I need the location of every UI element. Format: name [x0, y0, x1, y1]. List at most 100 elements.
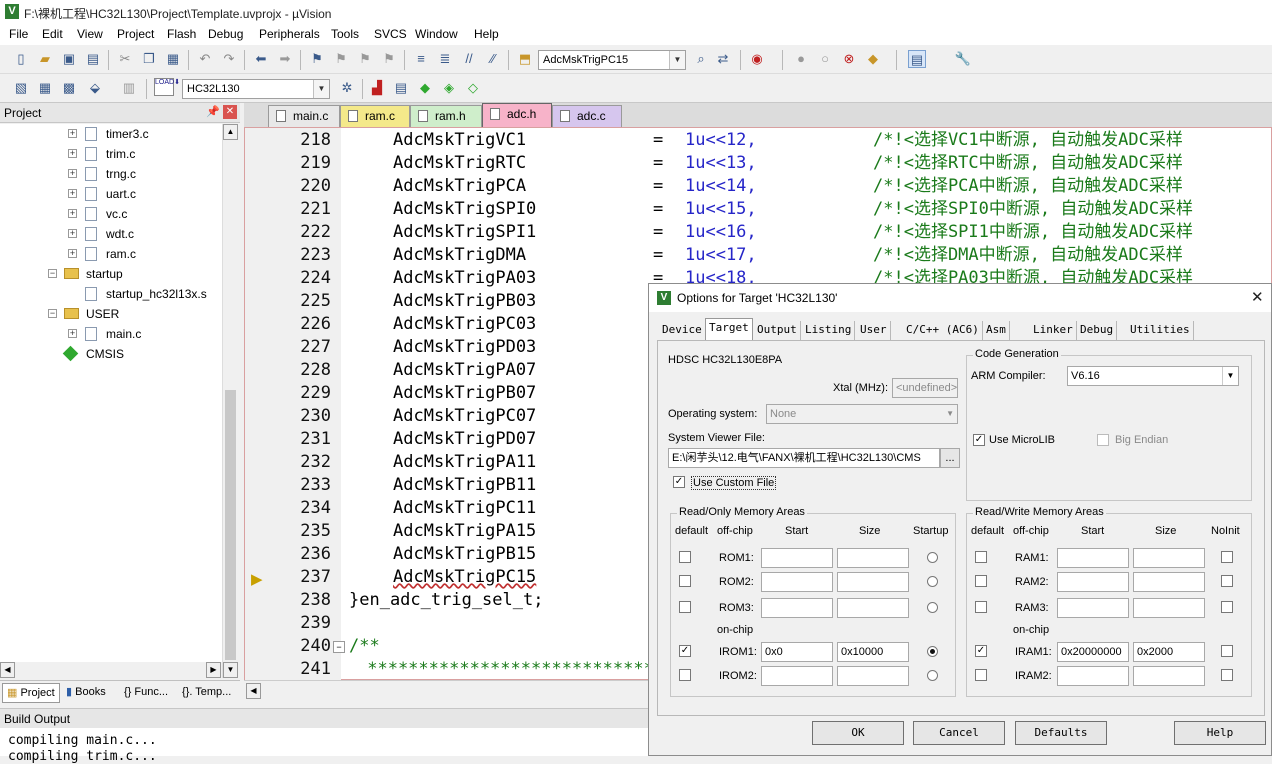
menu-help[interactable]: Help	[474, 27, 499, 41]
manage-runtime-icon[interactable]: ◆	[416, 79, 434, 97]
menu-edit[interactable]: Edit	[42, 27, 63, 41]
next-bookmark-icon[interactable]: ⚑	[356, 50, 374, 68]
cut-icon[interactable]: ✂	[116, 50, 134, 68]
tab-listing[interactable]: Listing	[802, 321, 856, 341]
menu-flash[interactable]: Flash	[167, 27, 196, 41]
tab-output[interactable]: Output	[754, 321, 801, 341]
tab-adc-c[interactable]: adc.c	[552, 105, 622, 127]
new-file-icon[interactable]: ▯	[12, 50, 30, 68]
ro-start-input[interactable]	[761, 548, 833, 568]
expand-icon[interactable]: +	[68, 329, 77, 338]
rebuild-icon[interactable]: ▩	[60, 79, 78, 97]
fold-toggle-icon[interactable]: −	[333, 641, 345, 653]
rw-noinit-checkbox[interactable]	[1221, 645, 1233, 657]
menu-project[interactable]: Project	[117, 27, 154, 41]
configure-icon[interactable]: ◆	[864, 50, 882, 68]
breakpoint-disable-icon[interactable]: ○	[816, 50, 834, 68]
rw-start-input[interactable]	[1057, 666, 1129, 686]
open-folder-icon[interactable]: ▰	[36, 50, 54, 68]
expand-icon[interactable]: +	[68, 229, 77, 238]
cancel-button[interactable]: Cancel	[913, 721, 1005, 745]
close-icon[interactable]: ✕	[1251, 288, 1264, 306]
comment-icon[interactable]: //	[460, 50, 478, 68]
save-all-icon[interactable]: ▤	[84, 50, 102, 68]
collapse-icon[interactable]: −	[48, 309, 57, 318]
ok-button[interactable]: OK	[812, 721, 904, 745]
find-combo[interactable]: AdcMskTrigPC15 ▼	[538, 50, 686, 70]
tab-books[interactable]: ▮ Books	[62, 683, 118, 703]
ro-startup-radio[interactable]	[927, 646, 938, 657]
tab-templates[interactable]: {}. Temp...	[178, 683, 238, 703]
svf-browse-button[interactable]: ...	[940, 448, 960, 468]
bookmark-icon[interactable]: ⚑	[308, 50, 326, 68]
rw-size-input[interactable]	[1133, 572, 1205, 592]
build-output-pane[interactable]: compiling main.c... compiling trim.c...	[0, 728, 648, 764]
menu-file[interactable]: File	[9, 27, 28, 41]
scroll-left-icon[interactable]: ◀	[0, 662, 15, 678]
rw-size-input[interactable]	[1133, 666, 1205, 686]
scroll-up-icon[interactable]: ▲	[223, 124, 238, 140]
project-tree-hscrollbar[interactable]: ◀ ▶	[0, 662, 222, 678]
expand-icon[interactable]: +	[68, 249, 77, 258]
translate-icon[interactable]: ▧	[12, 79, 30, 97]
tab-utilities[interactable]: Utilities	[1127, 321, 1194, 341]
rw-size-input[interactable]	[1133, 598, 1205, 618]
ro-start-input[interactable]: 0x0	[761, 642, 833, 662]
rw-noinit-checkbox[interactable]	[1221, 551, 1233, 563]
rw-default-checkbox[interactable]	[975, 601, 987, 613]
kill-breakpoints-icon[interactable]: ⊗	[840, 50, 858, 68]
unindent-icon[interactable]: ≣	[436, 50, 454, 68]
tab-functions[interactable]: {} Func...	[120, 683, 176, 703]
scroll-down-icon[interactable]: ▼	[223, 662, 238, 678]
expand-icon[interactable]: +	[68, 209, 77, 218]
menu-svcs[interactable]: SVCS	[374, 27, 407, 41]
defaults-button[interactable]: Defaults	[1015, 721, 1107, 745]
scrollbar-thumb[interactable]	[225, 390, 236, 660]
menu-debug[interactable]: Debug	[208, 27, 243, 41]
chevron-down-icon[interactable]: ▼	[313, 80, 329, 98]
scroll-left-icon[interactable]: ◀	[246, 683, 261, 699]
rw-noinit-checkbox[interactable]	[1221, 575, 1233, 587]
arm-compiler-select[interactable]: V6.16 ▼	[1067, 366, 1239, 386]
expand-icon[interactable]: +	[68, 189, 77, 198]
pack-installer-icon[interactable]: ◈	[440, 79, 458, 97]
copy-icon[interactable]: ❐	[140, 50, 158, 68]
rw-start-input[interactable]	[1057, 598, 1129, 618]
manage-project-icon[interactable]: ▟	[368, 79, 386, 97]
use-microlib-checkbox[interactable]: ✓	[973, 434, 985, 446]
prev-bookmark-icon[interactable]: ⚑	[332, 50, 350, 68]
expand-icon[interactable]: +	[68, 149, 77, 158]
rw-size-input[interactable]	[1133, 548, 1205, 568]
select-packs-icon[interactable]: ◇	[464, 79, 482, 97]
use-custom-file-checkbox[interactable]: ✓	[673, 476, 685, 488]
menu-tools[interactable]: Tools	[331, 27, 359, 41]
rw-noinit-checkbox[interactable]	[1221, 601, 1233, 613]
tab-project[interactable]: ▦ Project	[2, 683, 60, 703]
rw-default-checkbox[interactable]: ✓	[975, 645, 987, 657]
tab-ram-c[interactable]: ram.c	[340, 105, 410, 127]
save-icon[interactable]: ▣	[60, 50, 78, 68]
ro-default-checkbox[interactable]	[679, 669, 691, 681]
rw-start-input[interactable]	[1057, 548, 1129, 568]
svf-input[interactable]: E:\闲芋头\12.电气\FANX\裸机工程\HC32L130\CMS	[668, 448, 940, 468]
pin-icon[interactable]: 📌	[206, 105, 220, 118]
tab-debug[interactable]: Debug	[1077, 321, 1118, 341]
rw-start-input[interactable]: 0x20000000	[1057, 642, 1129, 662]
build-icon[interactable]: ▦	[36, 79, 54, 97]
ro-start-input[interactable]	[761, 666, 833, 686]
tab-user[interactable]: User	[857, 321, 891, 341]
nav-back-icon[interactable]: ⬅	[252, 50, 270, 68]
close-icon[interactable]: ✕	[223, 105, 237, 119]
scroll-right-icon[interactable]: ▶	[206, 662, 221, 678]
rw-noinit-checkbox[interactable]	[1221, 669, 1233, 681]
tab-device[interactable]: Device	[659, 321, 706, 341]
collapse-icon[interactable]: −	[48, 269, 57, 278]
ro-start-input[interactable]	[761, 598, 833, 618]
ro-default-checkbox[interactable]	[679, 601, 691, 613]
ro-startup-radio[interactable]	[927, 552, 938, 563]
xtal-input[interactable]: <undefined>	[892, 378, 958, 398]
tab-main-c[interactable]: main.c	[268, 105, 340, 127]
ro-default-checkbox[interactable]: ✓	[679, 645, 691, 657]
redo-icon[interactable]: ↷	[220, 50, 238, 68]
tab-cpp[interactable]: C/C++ (AC6)	[903, 321, 983, 341]
